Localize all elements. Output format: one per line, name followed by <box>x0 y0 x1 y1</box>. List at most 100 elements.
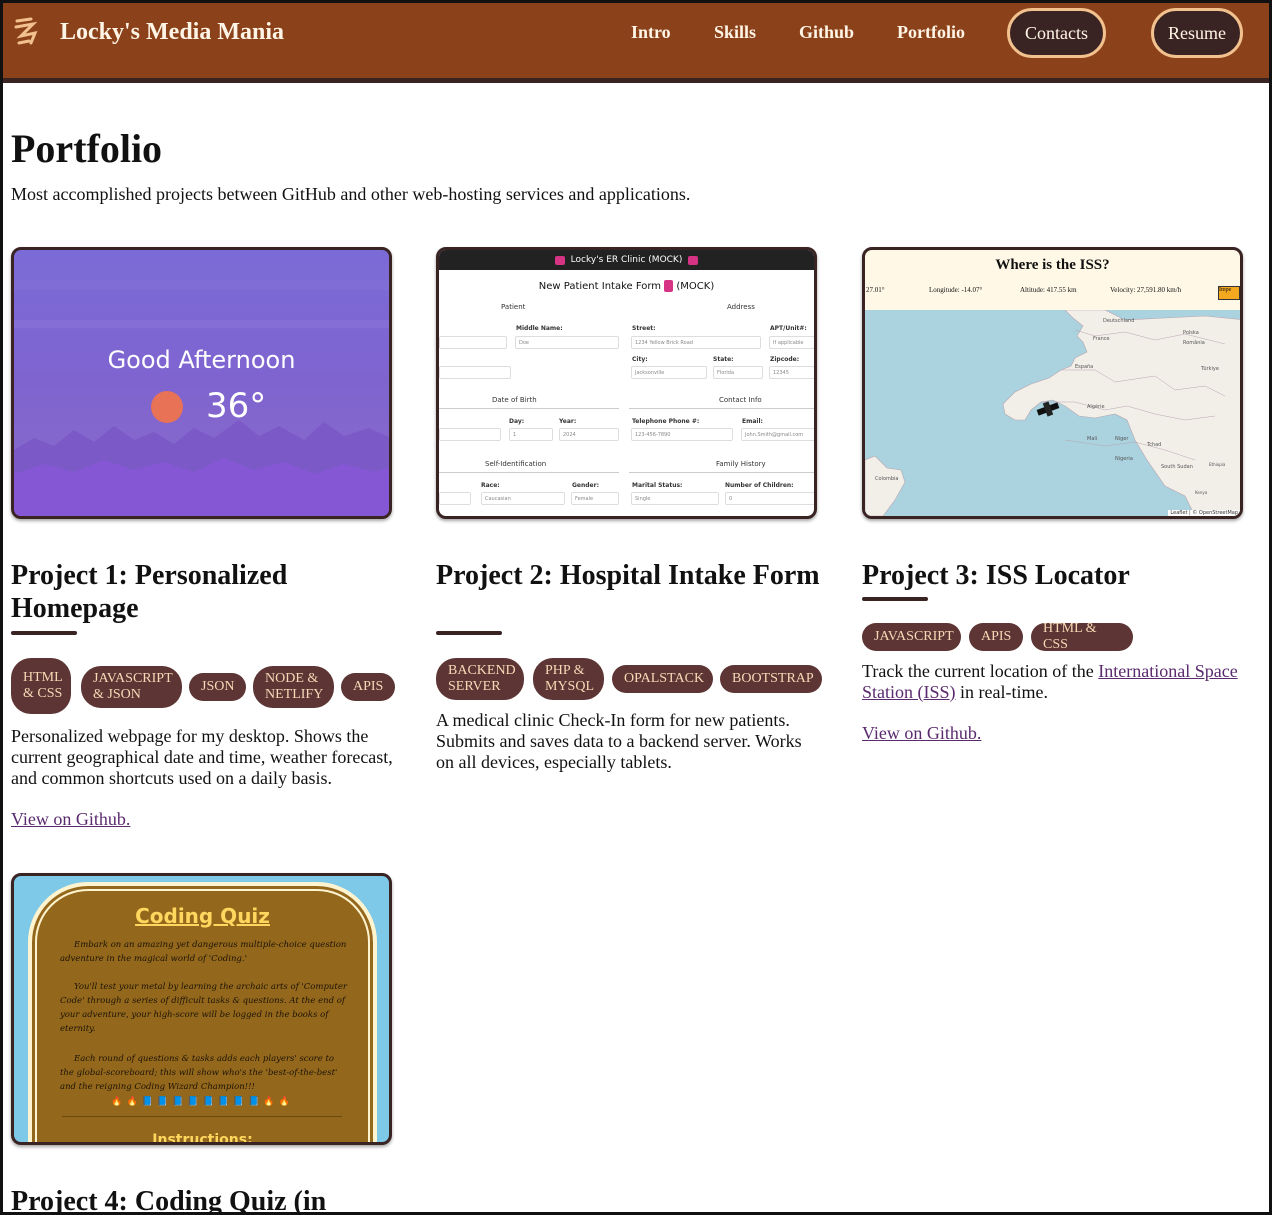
project-1-description: Personalized webpage for my desktop. Sho… <box>11 726 393 788</box>
quiz-paragraph: Embark on an amazing yet dangerous multi… <box>60 940 347 964</box>
temperature-text: 36° <box>206 386 267 426</box>
children-field[interactable]: 0 <box>725 492 814 505</box>
title-underline <box>862 597 928 601</box>
latitude-text: Latitude: 27.01° <box>862 286 885 294</box>
site-header: Locky's Media Mania Intro Skills Github … <box>3 3 1269 83</box>
medical-bag-icon <box>554 255 565 265</box>
map-label: Mali <box>1087 436 1097 442</box>
year-field[interactable]: 2024 <box>559 428 619 441</box>
tag-apis: APIS <box>341 673 395 701</box>
tag-php-mysql: PHP & MYSQL <box>533 658 604 700</box>
last-name-field[interactable] <box>439 366 511 379</box>
project-3-github-link[interactable]: View on Github. <box>862 723 981 744</box>
state-field[interactable]: Florida <box>713 366 763 379</box>
tag-node-netlify: NODE & NETLIFY <box>253 666 334 708</box>
tag-bootstrap: BOOTSTRAP <box>720 665 822 693</box>
contacts-button[interactable]: Contacts <box>1007 8 1106 58</box>
nav-skills[interactable]: Skills <box>714 22 756 43</box>
section-contact: Contact Info <box>719 396 762 404</box>
project-1-github-link[interactable]: View on Github. <box>11 809 130 830</box>
resume-button[interactable]: Resume <box>1151 8 1243 58</box>
greeting-text: Good Afternoon <box>107 346 296 374</box>
quiz-title: Coding Quiz <box>135 904 270 928</box>
ethnicity-field[interactable] <box>439 492 471 505</box>
map-label: España <box>1075 364 1093 370</box>
section-dob: Date of Birth <box>492 396 537 404</box>
divider <box>439 472 619 473</box>
map-attribution[interactable]: Leaflet | © OpenStreetMap <box>1168 510 1240 516</box>
tag-backend-server: BACKEND SERVER <box>436 658 524 700</box>
project-3-screenshot[interactable]: Where is the ISS? Latitude: 27.01° Longi… <box>862 247 1243 519</box>
street-field[interactable]: 1234 Yellow Brick Road <box>631 336 761 349</box>
label-street: Street: <box>632 325 656 332</box>
map-label: Polska <box>1183 330 1199 336</box>
imperial-button[interactable]: Impe <box>1218 286 1240 300</box>
desc-text: Track the current location of the <box>862 661 1094 681</box>
zip-field[interactable]: 12345 <box>769 366 814 379</box>
divider <box>629 472 814 473</box>
divider <box>629 408 814 409</box>
day-field[interactable]: 1 <box>509 428 553 441</box>
email-field[interactable]: John.Smith@gmail.com <box>741 428 814 441</box>
map-label: România <box>1183 339 1205 346</box>
tag-html-css: HTML & CSS <box>1031 621 1133 652</box>
map-label: Colombia <box>875 476 899 482</box>
brand-name[interactable]: Locky's Media Mania <box>60 19 284 46</box>
quiz-instructions: Instructions: <box>152 1132 253 1145</box>
label-gender: Gender: <box>572 482 599 489</box>
medical-bag-icon <box>688 255 699 265</box>
map-label: South Sudan <box>1161 464 1193 470</box>
project-1-title: Project 1: Personalized Homepage <box>11 560 288 624</box>
title-underline <box>436 631 502 635</box>
satellite-icon[interactable] <box>1036 401 1060 417</box>
label-marital: Marital Status: <box>632 482 683 489</box>
form-title-text: New Patient Intake Form <box>538 281 662 292</box>
project-2-screenshot[interactable]: Locky's ER Clinic (MOCK) New Patient Int… <box>436 247 817 519</box>
middle-name-field[interactable]: Doe <box>515 336 619 349</box>
race-field[interactable]: Caucasian <box>481 492 565 505</box>
project-3-description: Track the current location of the Intern… <box>862 661 1247 703</box>
gender-field[interactable]: Female <box>571 492 619 505</box>
iss-map[interactable]: Deutschland France España Polska România… <box>865 309 1240 516</box>
mountains-illustration <box>14 280 389 516</box>
label-middle-name: Middle Name: <box>516 325 563 332</box>
label-children: Number of Children: <box>725 482 794 489</box>
project-2-description: A medical clinic Check-In form for new p… <box>436 710 802 772</box>
project-1-screenshot[interactable]: Good Afternoon 36° <box>11 247 392 519</box>
tag-javascript-json: JAVASCRIPT & JSON <box>81 666 182 708</box>
clipboard-icon <box>664 280 674 292</box>
city-field[interactable]: Jacksonville <box>631 366 707 379</box>
fire-book-icons: 🔥🔥📘📘📘📘📘📘📘📘🔥🔥 <box>111 1096 294 1106</box>
form-title: New Patient Intake Form (MOCK) <box>439 280 814 292</box>
map-label: Deutschland <box>1103 318 1134 324</box>
map-label: Türkiye <box>1200 366 1219 372</box>
velocity-text: Velocity: 27,591.80 km/h <box>1110 286 1182 294</box>
nav-portfolio[interactable]: Portfolio <box>897 22 965 43</box>
map-label: Algérie <box>1087 403 1105 410</box>
sun-icon <box>151 391 183 423</box>
label-email: Email: <box>742 418 763 425</box>
title-underline <box>11 631 77 635</box>
label-day: Day: <box>509 418 525 425</box>
tag-apis: APIS <box>969 623 1023 651</box>
nav-github[interactable]: Github <box>799 22 854 43</box>
project-3-title: Project 3: ISS Locator <box>862 560 1130 591</box>
longitude-text: Longitude: -14.07° <box>929 286 983 294</box>
quiz-paragraph: Each round of questions & tasks adds eac… <box>60 1054 338 1092</box>
label-year: Year: <box>559 418 577 425</box>
section-self-id: Self-Identification <box>485 460 547 468</box>
project-4-screenshot[interactable]: Coding Quiz Embark on an amazing yet dan… <box>11 873 392 1145</box>
clinic-name: Locky's ER Clinic (MOCK) <box>570 255 683 265</box>
apt-field[interactable]: If applicable <box>769 336 814 349</box>
tag-json: JSON <box>189 673 246 701</box>
iss-title: Where is the ISS? <box>995 257 1110 273</box>
phone-field[interactable]: 123-456-7890 <box>631 428 733 441</box>
marital-field[interactable]: Single <box>631 492 719 505</box>
map-label: Ethiopia <box>1209 462 1226 467</box>
map-label: France <box>1093 336 1110 342</box>
month-field[interactable] <box>439 428 501 441</box>
nav-intro[interactable]: Intro <box>631 22 671 43</box>
logo-icon[interactable] <box>13 17 41 49</box>
first-name-field[interactable] <box>439 336 507 349</box>
section-patient: Patient <box>501 303 526 311</box>
